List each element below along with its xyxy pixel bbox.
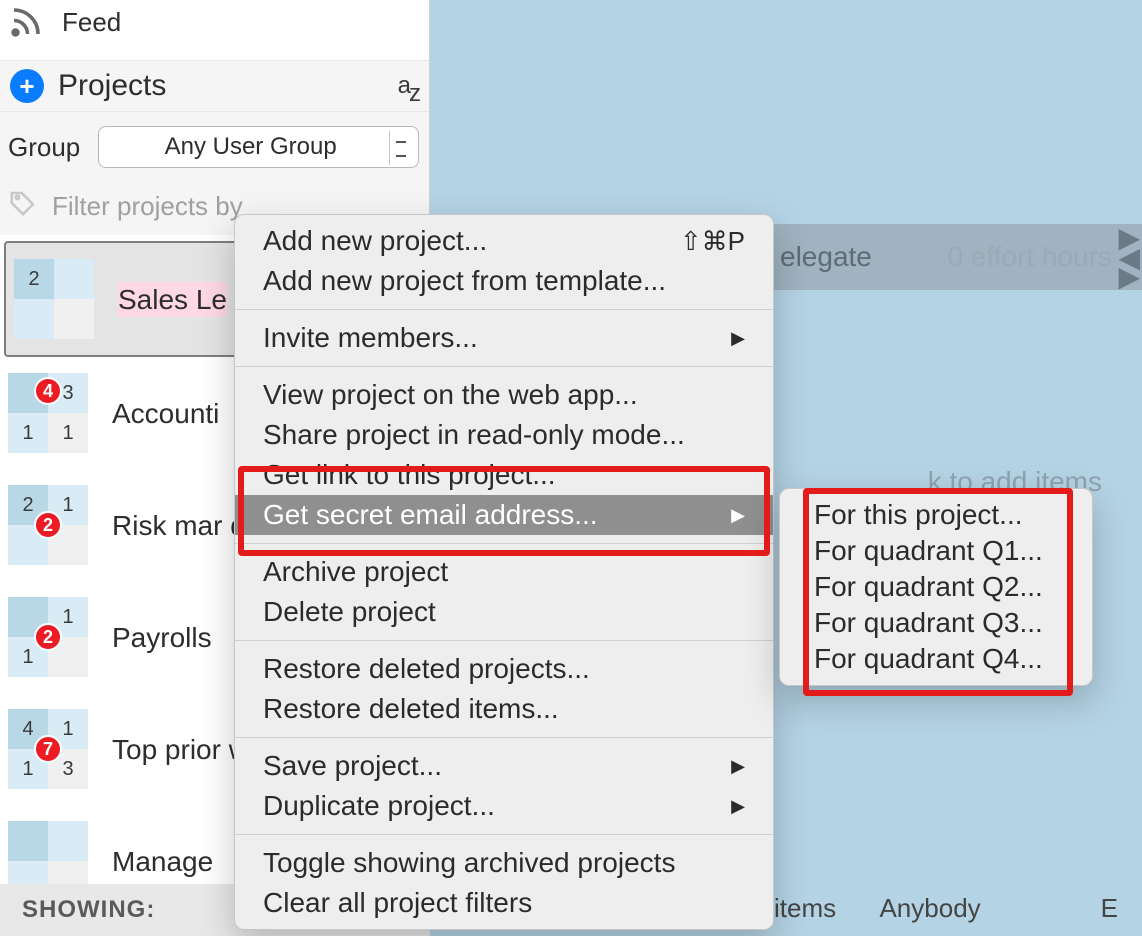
chevron-right-icon: ▶ [731, 505, 745, 526]
count-badge: 4 [34, 377, 62, 405]
menu-separator [235, 366, 773, 367]
projects-section-header: + Projects az [0, 60, 429, 112]
quadrant-cell [14, 299, 54, 339]
menu-get-link[interactable]: Get link to this project... [235, 455, 773, 495]
menu-save-project[interactable]: Save project... ▶ [235, 746, 773, 786]
menu-duplicate-project[interactable]: Duplicate project... ▶ [235, 786, 773, 826]
submenu-item[interactable]: For quadrant Q3... [780, 605, 1092, 641]
projects-title: Projects [58, 69, 384, 103]
quadrant-cell: 1 [48, 413, 88, 453]
items-label: items [774, 893, 836, 924]
quadrant-cell [54, 259, 94, 299]
chevron-right-icon: ▶ [731, 328, 745, 349]
showing-label: SHOWING: [22, 896, 155, 923]
menu-label: Clear all project filters [263, 887, 532, 919]
menu-share-readonly[interactable]: Share project in read-only mode... [235, 415, 773, 455]
menu-label: Share project in read-only mode... [263, 419, 685, 451]
count-badge: 2 [34, 623, 62, 651]
menu-get-secret-email[interactable]: Get secret email address... ▶ [235, 495, 773, 535]
menu-label: Add new project... [263, 225, 487, 257]
menu-label: Get secret email address... [263, 499, 598, 531]
menu-label: Save project... [263, 750, 442, 782]
menu-restore-items[interactable]: Restore deleted items... [235, 689, 773, 729]
submenu-item[interactable]: For quadrant Q1... [780, 533, 1092, 569]
menu-archive-project[interactable]: Archive project [235, 552, 773, 592]
chevron-right-icon: ▶ [731, 756, 745, 777]
group-label: Group [8, 132, 80, 163]
menu-label: Duplicate project... [263, 790, 495, 822]
quadrant-thumbnail: 212 [8, 485, 88, 565]
menu-label: Restore deleted projects... [263, 653, 590, 685]
add-project-button[interactable]: + [10, 69, 44, 103]
menu-separator [235, 737, 773, 738]
project-label: Manage [112, 844, 213, 879]
feed-icon [8, 4, 44, 40]
menu-label: Get link to this project... [263, 459, 556, 491]
menu-label: Restore deleted items... [263, 693, 559, 725]
menu-label: Add new project from template... [263, 265, 666, 297]
menu-separator [235, 834, 773, 835]
menu-toggle-archived[interactable]: Toggle showing archived projects [235, 843, 773, 883]
project-context-menu: Add new project... ⇧⌘P Add new project f… [234, 214, 774, 930]
submenu-item[interactable]: For this project... [780, 497, 1092, 533]
count-badge: 7 [34, 735, 62, 763]
menu-restore-projects[interactable]: Restore deleted projects... [235, 649, 773, 689]
menu-label: View project on the web app... [263, 379, 638, 411]
quadrant-cell: 2 [14, 259, 54, 299]
menu-label: Invite members... [263, 322, 478, 354]
menu-separator [235, 309, 773, 310]
menu-add-from-template[interactable]: Add new project from template... [235, 261, 773, 301]
feed-nav-item[interactable]: Feed [0, 0, 429, 60]
project-label: Accounti [112, 396, 219, 431]
menu-separator [235, 543, 773, 544]
menu-invite-members[interactable]: Invite members... ▶ [235, 318, 773, 358]
filter-placeholder: Filter projects by [52, 191, 243, 222]
delegate-label: elegate [780, 241, 872, 273]
project-label: Payrolls [112, 620, 212, 655]
menu-clear-filters[interactable]: Clear all project filters [235, 883, 773, 923]
feed-label: Feed [62, 7, 121, 38]
menu-label: Delete project [263, 596, 436, 628]
quadrant-cell [8, 821, 48, 861]
menu-label: Toggle showing archived projects [263, 847, 675, 879]
menu-delete-project[interactable]: Delete project [235, 592, 773, 632]
submenu-item[interactable]: For quadrant Q2... [780, 569, 1092, 605]
chevron-right-icon: ▶ [731, 796, 745, 817]
project-label: Sales Le [118, 282, 227, 317]
effort-hours: 0 effort hours [948, 241, 1112, 273]
group-select-value: Any User Group [165, 133, 337, 161]
anybody-filter[interactable]: Anybody [879, 893, 980, 924]
menu-view-web[interactable]: View project on the web app... [235, 375, 773, 415]
quadrant-thumbnail: 41137 [8, 709, 88, 789]
count-badge: 2 [34, 511, 62, 539]
group-select[interactable]: Any User Group [98, 126, 419, 168]
submenu-item[interactable]: For quadrant Q4... [780, 641, 1092, 677]
quadrant-cell [54, 299, 94, 339]
sort-az-button[interactable]: az [398, 72, 419, 100]
quadrant-cell [48, 821, 88, 861]
quadrant-thumbnail: 3114 [8, 373, 88, 453]
nav-arrows-icon[interactable]: ▶◀▶ [1118, 228, 1140, 287]
menu-label: Archive project [263, 556, 448, 588]
menu-add-new-project[interactable]: Add new project... ⇧⌘P [235, 221, 773, 261]
quadrant-thumbnail: 2 [14, 259, 94, 339]
trailing-e: E [1101, 893, 1118, 924]
menu-separator [235, 640, 773, 641]
keyboard-shortcut: ⇧⌘P [680, 226, 745, 257]
quadrant-thumbnail: 112 [8, 597, 88, 677]
tag-icon [8, 188, 38, 225]
group-filter-row: Group Any User Group [0, 112, 429, 178]
quadrant-cell: 1 [8, 413, 48, 453]
secret-email-submenu: For this project...For quadrant Q1...For… [779, 488, 1093, 686]
